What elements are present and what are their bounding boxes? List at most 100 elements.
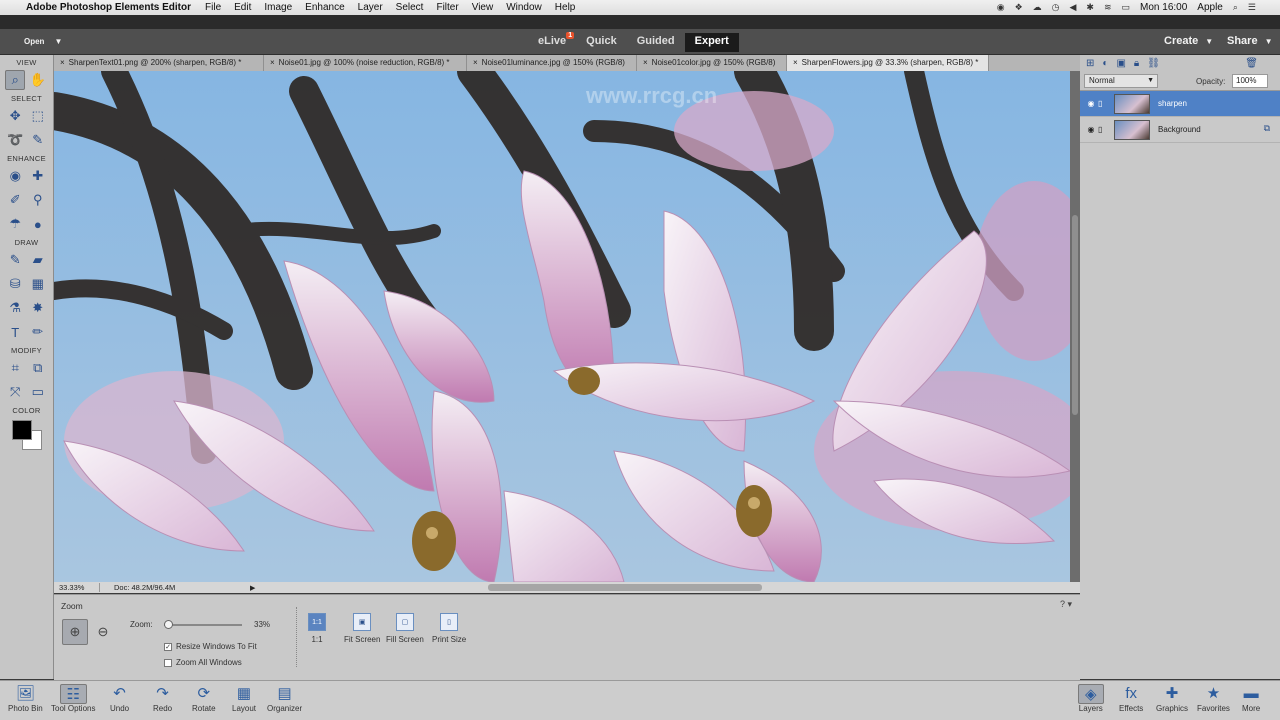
- adjustment-layer-icon[interactable]: ◐: [1102, 58, 1108, 69]
- organizer-button[interactable]: ▤ Organizer: [267, 684, 302, 713]
- straighten-tool-icon[interactable]: ▭: [28, 382, 48, 402]
- app-name-menu[interactable]: Adobe Photoshop Elements Editor: [26, 2, 191, 13]
- tool-options-button[interactable]: ☷ Tool Options: [51, 684, 95, 713]
- clone-stamp-tool-icon[interactable]: ⚲: [28, 190, 48, 210]
- spot-healing-tool-icon[interactable]: ✚: [28, 166, 48, 186]
- gradient-tool-icon[interactable]: ▦: [28, 274, 48, 294]
- red-eye-tool-icon[interactable]: ◉: [5, 166, 25, 186]
- volume-icon[interactable]: ◀: [1070, 2, 1077, 13]
- scroll-thumb[interactable]: [1072, 215, 1078, 415]
- vertical-scrollbar[interactable]: [1070, 71, 1080, 582]
- help-icon[interactable]: ? ▾: [1060, 599, 1072, 610]
- menu-view[interactable]: View: [472, 2, 494, 13]
- fit-screen-button[interactable]: ▣ Fit Screen: [344, 613, 380, 644]
- document-tab[interactable]: × SharpenText01.png @ 200% (sharpen, RGB/…: [54, 55, 264, 71]
- photo-bin-button[interactable]: 🖼︎ Photo Bin: [8, 684, 43, 713]
- menu-filter[interactable]: Filter: [436, 2, 458, 13]
- menu-edit[interactable]: Edit: [234, 2, 251, 13]
- menu-help[interactable]: Help: [555, 2, 576, 13]
- record-icon[interactable]: ◉: [997, 2, 1005, 13]
- menubar-clock[interactable]: Mon 16:00: [1140, 2, 1187, 13]
- battery-icon[interactable]: ▭: [1122, 2, 1131, 13]
- time-machine-icon[interactable]: ◷: [1052, 2, 1060, 13]
- blend-mode-select[interactable]: Normal ▼: [1084, 74, 1158, 88]
- brush-tool-icon[interactable]: ✎: [5, 250, 25, 270]
- close-icon[interactable]: ×: [643, 58, 648, 67]
- mode-elive[interactable]: eLive 1: [528, 32, 576, 52]
- zoom-in-icon[interactable]: ⊕: [62, 619, 88, 645]
- search-icon[interactable]: ⌕: [1233, 2, 1238, 13]
- link-icon[interactable]: ⛓: [1147, 58, 1160, 69]
- layer-link-icon[interactable]: ▯: [1098, 125, 1108, 134]
- creative-cloud-icon[interactable]: ☁: [1033, 2, 1042, 13]
- menu-layer[interactable]: Layer: [358, 2, 383, 13]
- document-tab[interactable]: × Noise01luminance.jpg @ 150% (RGB/8): [467, 55, 637, 71]
- graphics-panel-button[interactable]: ✚ Graphics: [1156, 684, 1188, 713]
- content-aware-move-tool-icon[interactable]: ⤧: [5, 382, 25, 402]
- horizontal-scrollbar[interactable]: [488, 584, 762, 591]
- close-icon[interactable]: ×: [270, 58, 275, 67]
- opacity-input[interactable]: 100%: [1232, 74, 1268, 88]
- redo-button[interactable]: ↷ Redo: [153, 684, 172, 713]
- custom-shape-tool-icon[interactable]: ✸: [28, 298, 48, 318]
- marquee-tool-icon[interactable]: ⬚: [28, 106, 48, 126]
- quick-selection-tool-icon[interactable]: ✎: [28, 130, 48, 150]
- layers-panel-button[interactable]: ◈ Layers: [1078, 684, 1104, 713]
- zoom-slider[interactable]: [164, 620, 242, 629]
- eyedropper-tool-icon[interactable]: ⚗: [5, 298, 25, 318]
- close-icon[interactable]: ×: [60, 58, 65, 67]
- zoom-all-windows-checkbox[interactable]: Zoom All Windows: [164, 658, 242, 667]
- zoom-tool-icon[interactable]: ⌕: [5, 70, 26, 90]
- sponge-tool-icon[interactable]: ●: [28, 214, 48, 234]
- share-button[interactable]: Share ▼: [1227, 35, 1273, 47]
- print-size-button[interactable]: ▯ Print Size: [432, 613, 466, 644]
- new-layer-icon[interactable]: ⊞: [1086, 58, 1094, 69]
- chevron-right-icon[interactable]: ▶: [250, 584, 255, 592]
- crop-tool-icon[interactable]: ⌗: [5, 358, 25, 378]
- move-tool-icon[interactable]: ✥: [5, 106, 25, 126]
- menubar-user[interactable]: Apple: [1197, 2, 1223, 13]
- resize-windows-checkbox[interactable]: ✓ Resize Windows To Fit: [164, 642, 257, 651]
- lock-icon[interactable]: 🔒︎: [1134, 58, 1139, 69]
- menu-window[interactable]: Window: [506, 2, 542, 13]
- menu-file[interactable]: File: [205, 2, 221, 13]
- close-icon[interactable]: ×: [473, 58, 478, 67]
- pencil-tool-icon[interactable]: ✏: [28, 322, 48, 342]
- open-button[interactable]: Open ▼: [14, 35, 62, 47]
- document-tab-active[interactable]: × SharpenFlowers.jpg @ 33.3% (sharpen, RG…: [787, 55, 989, 71]
- visibility-eye-icon[interactable]: ◉: [1084, 125, 1098, 134]
- close-icon[interactable]: ×: [793, 58, 798, 67]
- hand-tool-icon[interactable]: ✋: [28, 70, 48, 90]
- visibility-eye-icon[interactable]: ◉: [1084, 99, 1098, 108]
- layout-button[interactable]: ▦ Layout: [232, 684, 256, 713]
- layer-row-background[interactable]: ◉ ▯ Background ⧉: [1080, 117, 1280, 143]
- more-panel-button[interactable]: ▬ More: [1242, 684, 1260, 713]
- image-canvas[interactable]: www.rrcg.cn: [54, 71, 1070, 582]
- paint-bucket-tool-icon[interactable]: ⛁: [5, 274, 25, 294]
- mode-quick[interactable]: Quick: [576, 33, 627, 52]
- rotate-button[interactable]: ⟳ Rotate: [192, 684, 216, 713]
- bluetooth-icon[interactable]: ✱: [1086, 2, 1094, 13]
- create-button[interactable]: Create ▼: [1164, 35, 1213, 47]
- layer-link-icon[interactable]: ▯: [1098, 99, 1108, 108]
- favorites-panel-button[interactable]: ★ Favorites: [1197, 684, 1230, 713]
- zoom-out-icon[interactable]: ⊖: [90, 619, 116, 645]
- layer-row-sharpen[interactable]: ◉ ▯ sharpen: [1080, 91, 1280, 117]
- smart-brush-tool-icon[interactable]: ✐: [5, 190, 25, 210]
- undo-button[interactable]: ↶ Undo: [110, 684, 129, 713]
- actual-pixels-button[interactable]: 1:1 1:1: [308, 613, 326, 644]
- blur-tool-icon[interactable]: ☂: [5, 214, 25, 234]
- type-tool-icon[interactable]: T: [5, 322, 25, 342]
- mode-expert[interactable]: Expert: [684, 33, 739, 52]
- effects-panel-button[interactable]: fx Effects: [1119, 684, 1143, 713]
- menu-select[interactable]: Select: [396, 2, 424, 13]
- zoom-slider-knob[interactable]: [164, 620, 173, 629]
- checkbox-unchecked[interactable]: [164, 658, 172, 667]
- mode-guided[interactable]: Guided: [627, 33, 685, 52]
- layer-lock-icon[interactable]: ⧉: [1264, 123, 1270, 134]
- zoom-readout[interactable]: 33.33%: [54, 583, 100, 592]
- trash-icon[interactable]: 🗑︎: [1245, 58, 1258, 69]
- checkbox-checked[interactable]: ✓: [164, 642, 172, 651]
- mask-icon[interactable]: ▣: [1116, 58, 1125, 69]
- recompose-tool-icon[interactable]: ⧉: [28, 358, 48, 378]
